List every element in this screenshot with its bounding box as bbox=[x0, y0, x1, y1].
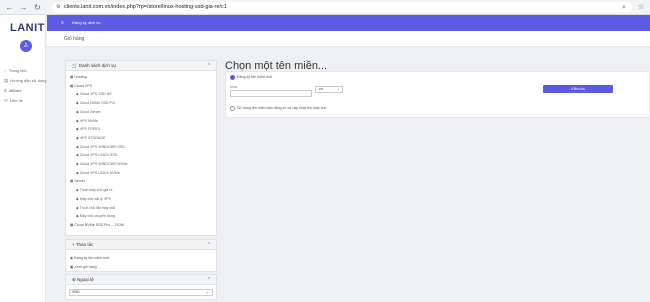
category-item[interactable]: ◆ Thuê máy chủ giá rẻ bbox=[76, 188, 112, 192]
currency-panel: ⊛ Ngoại tệ ⌃ VND ⌄ bbox=[65, 274, 217, 300]
chevron-up-icon[interactable]: ⌃ bbox=[207, 240, 211, 250]
url-text: clients.lanit.com.vn/index.php?rp=/store… bbox=[64, 4, 227, 10]
actions-header[interactable]: + Thao tác ⌃ bbox=[66, 240, 216, 250]
check-domain-button[interactable]: Kiểm tra bbox=[543, 85, 613, 93]
category-item[interactable]: ◆ Cloud VPS SSD NE bbox=[76, 92, 112, 96]
tld-select[interactable]: .vn ⌄ bbox=[315, 86, 343, 93]
breadcrumb-bar: Giỏ hàng bbox=[47, 31, 650, 47]
menu-icon[interactable]: ≡ bbox=[61, 15, 64, 31]
category-item[interactable]: ◆ Máy chủ chuyên dụng bbox=[76, 214, 115, 218]
chevron-up-icon[interactable]: ⌃ bbox=[207, 61, 211, 71]
actions-panel: + Thao tác ⌃ ◉ Đăng ký tên miền mới ▣ Xe… bbox=[65, 239, 217, 272]
site-info-icon[interactable]: ⚙ bbox=[56, 2, 60, 13]
categories-panel: 🛒 Danh sách dịch vụ ⌃ ▦ Hosting ▦ Cloud V… bbox=[65, 60, 217, 236]
user-avatar[interactable]: ♙ bbox=[20, 40, 32, 52]
forward-icon[interactable]: → bbox=[18, 2, 29, 13]
category-item[interactable]: ◆ VPS FOREX bbox=[76, 127, 100, 131]
category-item[interactable]: ▦ Hosting bbox=[70, 75, 87, 79]
action-register-domain[interactable]: ◉ Đăng ký tên miền mới bbox=[70, 256, 109, 260]
categories-header[interactable]: 🛒 Danh sách dịch vụ ⌃ bbox=[66, 61, 216, 71]
category-item[interactable]: ◆ Cloud VPS LINUX NVMe bbox=[76, 171, 120, 175]
sidebar-item-contact[interactable]: ✉ Liên hệ bbox=[4, 98, 23, 104]
radio-own-label: Sử dụng tên miền bạn đang có và cập nhật… bbox=[237, 106, 327, 110]
currency-header[interactable]: ⊛ Ngoại tệ ⌃ bbox=[66, 275, 216, 285]
domain-input[interactable] bbox=[230, 90, 312, 97]
category-item[interactable]: ▦ Cloud NVMe SSD Pro — ROM bbox=[70, 223, 124, 227]
category-item[interactable]: ◆ Cloud NVMe SSD Pro bbox=[76, 101, 115, 105]
reload-icon[interactable]: ↻ bbox=[32, 2, 43, 13]
cart-icon: 🛒 bbox=[72, 63, 78, 68]
category-item[interactable]: ◆ Cloud VPS LINUX SSD bbox=[76, 153, 117, 157]
home-icon: ⌂ bbox=[4, 68, 7, 73]
order-service-link[interactable]: Đăng ký dịch vụ bbox=[72, 15, 100, 31]
sidebar-item-home[interactable]: ⌂ Trang chủ bbox=[4, 68, 27, 73]
category-item[interactable]: ◆ Máy chủ vật lý VPS bbox=[76, 197, 111, 201]
zoom-icon[interactable]: ⌕ bbox=[622, 2, 626, 13]
currency-title: Ngoại tệ bbox=[77, 277, 94, 282]
radio-register-domain[interactable] bbox=[230, 75, 235, 80]
address-bar[interactable]: ⚙ clients.lanit.com.vn/index.php?rp=/sto… bbox=[52, 2, 632, 13]
top-navbar: ≡ Đăng ký dịch vụ bbox=[47, 15, 650, 31]
category-item[interactable]: ◆ VPS STORAGE bbox=[76, 136, 105, 140]
chevron-down-icon: ⌄ bbox=[205, 290, 209, 294]
actions-title: Thao tác bbox=[75, 242, 94, 247]
back-icon[interactable]: ← bbox=[4, 2, 15, 13]
category-item[interactable]: ◆ Cloud VPS WINDOWS SSD bbox=[76, 145, 125, 149]
left-sidebar: LANIT ♙ ⌂ Trang chủ ▤ Hướng dẫn sử dụng $ A… bbox=[0, 15, 47, 302]
mail-icon: ✉ bbox=[4, 98, 8, 103]
breadcrumb: Giỏ hàng bbox=[64, 36, 85, 42]
categories-title: Danh sách dịch vụ bbox=[78, 63, 116, 68]
category-item[interactable]: ▦ Server bbox=[70, 179, 85, 183]
chevron-up-icon[interactable]: ⌃ bbox=[207, 275, 211, 285]
currency-select[interactable]: VND ⌄ bbox=[69, 289, 213, 296]
chevron-down-icon: ⌄ bbox=[336, 87, 340, 91]
sidebar-item-guide[interactable]: ▤ Hướng dẫn sử dụng bbox=[4, 78, 47, 84]
category-item[interactable]: ◆ Cloud Server bbox=[76, 110, 101, 114]
category-item[interactable]: ◆ Thuê chỗ đặt máy chủ bbox=[76, 206, 115, 210]
category-item[interactable]: ◆ VPS NVMe bbox=[76, 119, 98, 123]
lanit-logo[interactable]: LANIT bbox=[10, 22, 45, 34]
browser-toolbar: ← → ↻ ⚙ clients.lanit.com.vn/index.php?r… bbox=[0, 0, 650, 15]
sidebar-item-affiliate[interactable]: $ Affiliate bbox=[4, 88, 22, 93]
bookmark-star-icon[interactable]: ☆ bbox=[638, 2, 644, 13]
category-item[interactable]: ▦ Cloud VPS bbox=[70, 84, 92, 88]
currency-icon: ⊛ bbox=[72, 277, 76, 282]
category-item[interactable]: ◆ Cloud VPS WINDOWS NVMe bbox=[76, 162, 128, 166]
www-label: www. bbox=[230, 85, 239, 89]
plus-icon: + bbox=[72, 242, 75, 247]
dollar-icon: $ bbox=[4, 88, 7, 93]
action-view-cart[interactable]: ▣ Xem giỏ hàng bbox=[70, 265, 97, 269]
book-icon: ▤ bbox=[4, 78, 9, 83]
radio-use-own-domain[interactable] bbox=[230, 106, 235, 111]
radio-register-label: Đăng ký tên miền mới bbox=[237, 75, 273, 79]
